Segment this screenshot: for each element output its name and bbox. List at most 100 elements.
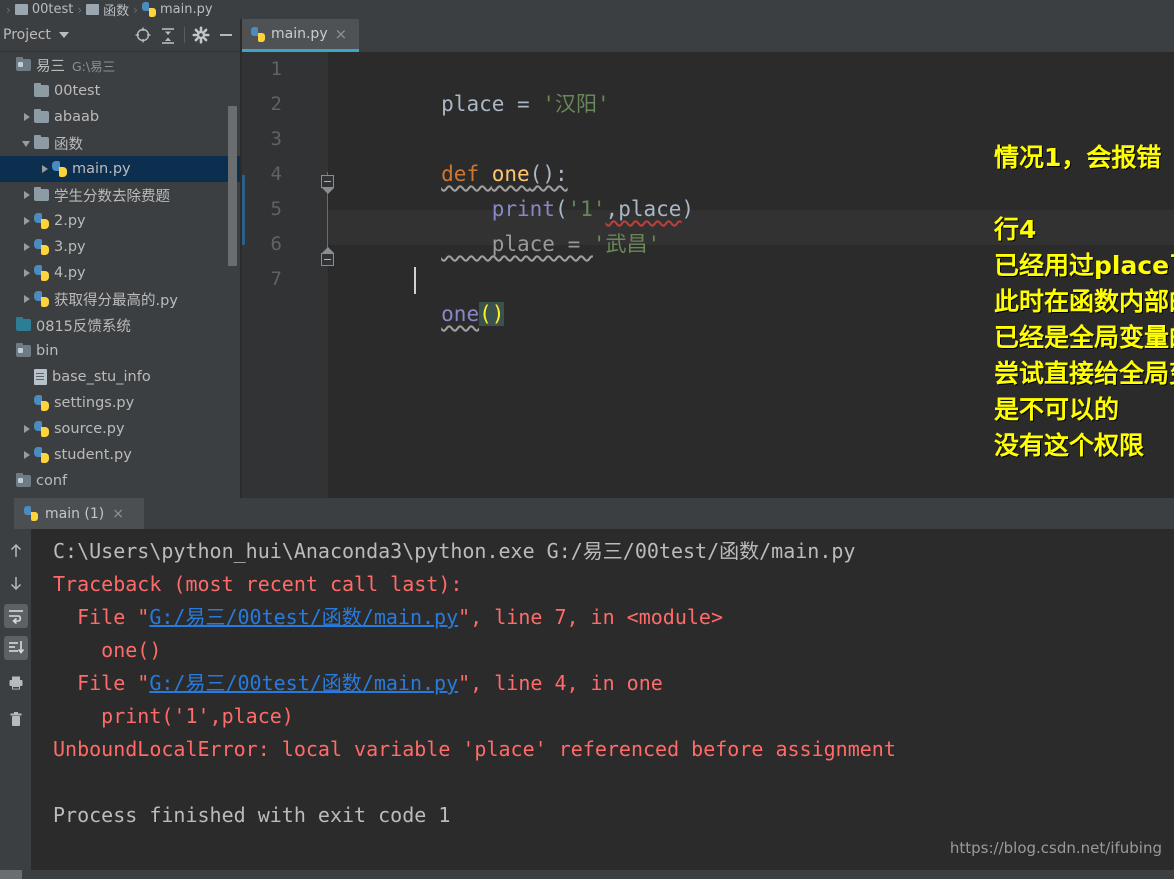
tree-item-label: 00test <box>54 83 101 99</box>
console-line: UnboundLocalError: local variable 'place… <box>53 733 896 766</box>
console-output[interactable]: C:\Users\python_hui\Anaconda3\python.exe… <box>31 529 1174 879</box>
tree-item[interactable]: 0815反馈系统 <box>0 312 241 338</box>
tree-item[interactable]: 3.py <box>0 234 241 260</box>
code-editor[interactable]: 1 2 3 4 5 6 7 place = '汉阳' def one(): print('1… <box>242 52 1174 498</box>
python-file-icon <box>34 239 49 255</box>
tree-item-label: 易三 <box>36 58 65 75</box>
chevron-right-icon[interactable] <box>20 292 34 306</box>
folder-icon <box>34 186 49 201</box>
gear-icon[interactable] <box>192 26 210 44</box>
tree-item[interactable]: main.py <box>0 156 241 182</box>
tree-item[interactable]: abaab <box>0 104 241 130</box>
tree-item[interactable]: bin <box>0 338 241 364</box>
console-text: File " <box>53 671 150 695</box>
breadcrumb-item-mainpy[interactable]: main.py <box>141 2 213 17</box>
chevron-right-icon[interactable] <box>20 188 34 202</box>
text-caret <box>414 267 416 294</box>
console-line: print('1',place) <box>53 700 294 733</box>
tree-item[interactable]: 4.py <box>0 260 241 286</box>
file-link[interactable]: G:/易三/00test/函数/main.py <box>149 671 458 695</box>
tree-item[interactable]: base_stu_info <box>0 364 241 390</box>
watermark: https://blog.csdn.net/ifubing <box>949 839 1162 857</box>
tree-item-label: 3.py <box>54 239 86 255</box>
console-text: UnboundLocalError: local variable 'place… <box>53 737 896 761</box>
breadcrumb: › 00test › 函数 › main.py <box>0 0 1174 19</box>
tree-item-label: base_stu_info <box>52 369 151 385</box>
tree-item-label: 获取得分最高的.py <box>54 292 178 309</box>
print-icon[interactable] <box>4 671 28 695</box>
scrollbar-thumb[interactable] <box>0 870 22 879</box>
breadcrumb-item-00test[interactable]: 00test <box>14 2 74 17</box>
console-tabbar: main (1) × <box>0 498 1174 529</box>
collapse-all-icon[interactable] <box>159 26 177 44</box>
chevron-right-icon[interactable] <box>20 266 34 280</box>
chevron-right-icon[interactable] <box>20 110 34 124</box>
arrow-up-icon[interactable] <box>4 539 28 563</box>
breadcrumb-item-hanshu[interactable]: 函数 <box>86 0 129 19</box>
soft-wrap-icon[interactable] <box>4 604 28 628</box>
annotation-line: 没有这个权限 <box>994 431 1145 460</box>
module-folder-icon <box>16 342 31 357</box>
chevron-right-icon[interactable] <box>20 448 34 462</box>
toolbar-divider <box>184 27 185 43</box>
python-file-icon <box>34 395 49 411</box>
editor-gutter[interactable]: 1 2 3 4 5 6 7 <box>242 52 334 498</box>
tree-item[interactable]: conf <box>0 468 241 494</box>
editor-tabbar: main.py × <box>242 19 1174 52</box>
tree-item[interactable]: student.py <box>0 442 241 468</box>
tree-item[interactable]: 2.py <box>0 208 241 234</box>
tree-item[interactable]: settings.py <box>0 390 241 416</box>
locate-target-icon[interactable] <box>134 26 152 44</box>
line-number: 6 <box>270 233 282 255</box>
folder-icon <box>86 4 100 15</box>
console-text: one() <box>53 638 162 662</box>
chevron-right-icon[interactable] <box>20 422 34 436</box>
python-file-icon <box>251 26 265 42</box>
annotation-line: 已经用过place了 <box>994 251 1174 280</box>
close-icon[interactable]: × <box>335 26 348 42</box>
minimize-icon[interactable] <box>217 26 235 44</box>
breadcrumb-separator: › <box>77 2 83 17</box>
annotation-line: 是不可以的 <box>994 395 1120 424</box>
chevron-right-icon[interactable] <box>38 162 52 176</box>
tree-vertical-scrollbar[interactable] <box>228 106 237 266</box>
console-horizontal-scrollbar[interactable] <box>0 870 1174 879</box>
tree-item[interactable]: 易三 G:\易三 <box>0 52 241 78</box>
console-text: print('1',place) <box>53 704 294 728</box>
tree-item-label: 函数 <box>54 136 83 153</box>
breadcrumb-label: 00test <box>31 2 74 17</box>
close-icon[interactable]: × <box>112 506 124 522</box>
project-tree[interactable]: 易三 G:\易三 00test abaab 函数 main.py 学生分数去除费题 2.py 3… <box>0 52 241 498</box>
scroll-to-end-icon[interactable] <box>4 636 28 660</box>
tree-item[interactable]: 函数 <box>0 130 241 156</box>
chevron-down-icon[interactable] <box>58 32 69 38</box>
console-tab-main[interactable]: main (1) × <box>14 498 144 529</box>
tree-item[interactable]: 获取得分最高的.py <box>0 286 241 312</box>
code-line-5: place = '武昌' <box>441 232 661 256</box>
breadcrumb-label: 函数 <box>103 4 130 19</box>
gutter-current-line-marker <box>242 210 245 245</box>
chevron-right-icon[interactable] <box>20 240 34 254</box>
arrow-down-icon[interactable] <box>4 571 28 595</box>
trash-icon[interactable] <box>4 707 28 731</box>
tree-item-label: 0815反馈系统 <box>36 318 131 335</box>
file-link[interactable]: G:/易三/00test/函数/main.py <box>149 605 458 629</box>
tree-item[interactable]: 00test <box>0 78 241 104</box>
tree-item-label: source.py <box>54 421 125 437</box>
annotation-line <box>994 176 1174 212</box>
chevron-right-icon[interactable] <box>20 214 34 228</box>
code-line-3: def one(): <box>441 162 568 186</box>
tree-item-label: abaab <box>54 109 100 125</box>
tree-item[interactable]: 学生分数去除费题 <box>0 182 241 208</box>
tree-item-label: 4.py <box>54 265 86 281</box>
tab-main-py[interactable]: main.py × <box>242 19 359 52</box>
tree-item[interactable]: source.py <box>0 416 241 442</box>
console-line: File "G:/易三/00test/函数/main.py", line 7, … <box>53 601 723 634</box>
chevron-down-icon[interactable] <box>20 136 34 150</box>
console-line: C:\Users\python_hui\Anaconda3\python.exe… <box>53 535 855 568</box>
